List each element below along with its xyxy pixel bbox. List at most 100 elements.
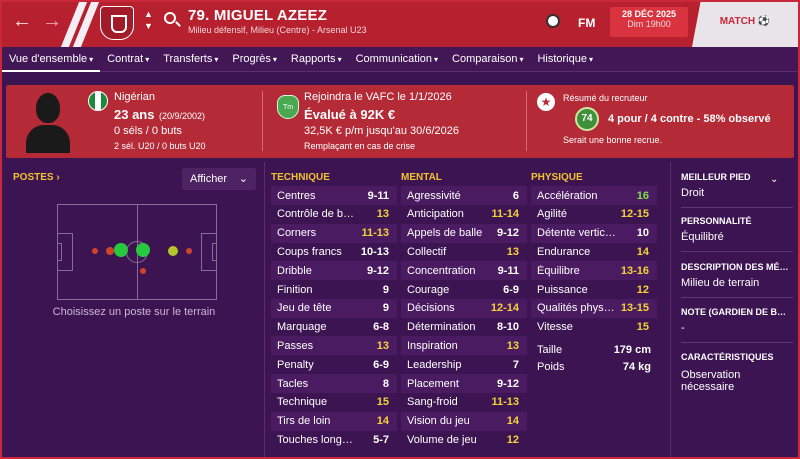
weight-row: Poids 74 kg <box>531 357 659 376</box>
tab-reports[interactable]: Rapports ▾ <box>284 47 349 72</box>
attribute-row[interactable]: Finition 9 <box>271 280 397 299</box>
back-arrow-icon[interactable]: ← <box>12 10 32 33</box>
position-dot-forward-low[interactable] <box>140 268 146 274</box>
attribute-row[interactable]: Agilité 12-15 <box>531 205 657 224</box>
attribute-row[interactable]: Endurance 14 <box>531 242 657 261</box>
attribute-row[interactable]: Placement 9-12 <box>401 374 527 393</box>
tab-progress[interactable]: Progrès ▾ <box>225 47 284 72</box>
attribute-row[interactable]: Dribble 9-12 <box>271 261 397 281</box>
attribute-row[interactable]: Détermination 8-10 <box>401 318 527 337</box>
tab-transfers[interactable]: Transferts ▾ <box>156 47 225 72</box>
attribute-row[interactable]: Courage 6-9 <box>401 280 527 299</box>
chevron-down-icon: ▾ <box>588 54 593 64</box>
club-crest-icon[interactable] <box>100 6 134 40</box>
position-dot-midfielder-center[interactable] <box>114 243 128 257</box>
search-icon[interactable] <box>164 12 176 24</box>
scout-summary-title: Résumé du recruteur <box>563 93 648 103</box>
scout-rating-badge[interactable]: 74 <box>575 107 599 131</box>
goalkeeper-note-title: NOTE (GARDIEN DE BUT) <box>681 307 789 317</box>
attribute-row[interactable]: Décisions 12-14 <box>401 298 527 318</box>
attribute-row[interactable]: Appels de balle 9-12 <box>401 223 527 243</box>
chevron-down-icon: ▾ <box>145 54 150 64</box>
attribute-row[interactable]: Volume de jeu 12 <box>401 430 527 449</box>
attribute-row[interactable]: Tacles 8 <box>271 374 397 393</box>
attribute-row[interactable]: Concentration 9-11 <box>401 261 527 281</box>
attribute-row[interactable]: Sang-froid 11-13 <box>401 393 527 412</box>
attribute-value: 10 <box>636 227 649 240</box>
nationality[interactable]: Nigérian <box>114 91 155 103</box>
tab-label: Vue d'ensemble <box>9 52 88 65</box>
attribute-name: Jeu de tête <box>277 302 332 315</box>
position-dot-striker[interactable] <box>186 248 192 254</box>
attribute-name: Décisions <box>407 302 455 315</box>
attribute-row[interactable]: Penalty 6-9 <box>271 355 397 374</box>
position-dot-forward[interactable] <box>168 246 178 256</box>
attribute-row[interactable]: Marquage 6-8 <box>271 318 397 337</box>
traits-title: CARACTÉRISTIQUES <box>681 352 774 362</box>
football-icon[interactable] <box>546 14 560 28</box>
attribute-row[interactable]: Vitesse 15 <box>531 318 657 337</box>
attribute-row[interactable]: Vision du jeu 14 <box>401 411 527 431</box>
attribute-row[interactable]: Contrôle de balle 13 <box>271 205 397 224</box>
attribute-row[interactable]: Corners 11-13 <box>271 223 397 243</box>
attribute-row[interactable]: Tirs de loin 14 <box>271 411 397 431</box>
attribute-value: 14 <box>506 415 519 428</box>
attribute-value: 10-13 <box>360 245 389 258</box>
attribute-name: Corners <box>277 227 317 240</box>
attribute-row[interactable]: Jeu de tête 9 <box>271 298 397 318</box>
tab-contract[interactable]: Contrat ▾ <box>100 47 156 72</box>
divider <box>670 162 671 457</box>
attribute-name: Contrôle de balle <box>277 208 357 221</box>
match-button[interactable]: MATCH ⚽ <box>692 2 798 47</box>
attribute-row[interactable]: Technique 15 <box>271 393 397 412</box>
attribute-value: 12-15 <box>620 208 649 221</box>
attribute-row[interactable]: Accélération 16 <box>531 186 657 205</box>
fm-menu-button[interactable]: FM <box>578 16 595 30</box>
attribute-row[interactable]: Touches longues 5-7 <box>271 430 397 449</box>
best-foot-value: Droit <box>681 187 705 199</box>
forward-arrow-icon[interactable]: → <box>42 10 62 33</box>
attribute-row[interactable]: Coups francs 10-13 <box>271 242 397 261</box>
attribute-value: 12-14 <box>490 302 519 315</box>
tab-overview[interactable]: Vue d'ensemble ▾ <box>2 47 101 72</box>
tab-history[interactable]: Historique ▾ <box>530 47 600 72</box>
attribute-row[interactable]: Passes 13 <box>271 336 397 356</box>
position-dot-defensive-midfielder[interactable] <box>106 247 114 255</box>
weight-label: Poids <box>537 360 565 373</box>
time-label: Dim 19h00 <box>627 19 671 29</box>
info-panel: MEILLEUR PIED ⌄ Droit PERSONNALITÉ Équil… <box>674 162 798 457</box>
chevron-down-icon: ▾ <box>272 54 277 64</box>
club-badge-icon[interactable]: Tm <box>277 95 299 119</box>
attribute-value: 8 <box>382 377 389 390</box>
prev-next-player-icon[interactable]: ▲ ▼ <box>144 8 153 32</box>
attribute-value: 14 <box>636 245 649 258</box>
attribute-row[interactable]: Qualités physiques13-15 <box>531 298 657 318</box>
pitch-diagram[interactable] <box>57 204 217 300</box>
position-dot-defender[interactable] <box>92 248 98 254</box>
chevron-down-icon[interactable]: ⌄ <box>770 174 778 185</box>
attribute-name: Marquage <box>277 321 327 334</box>
tab-comparison[interactable]: Comparaison ▾ <box>445 47 530 72</box>
attribute-row[interactable]: Collectif 13 <box>401 242 527 261</box>
position-dot-attacking-midfielder[interactable] <box>136 243 150 257</box>
nigeria-flag-icon[interactable] <box>88 91 108 111</box>
attribute-name: Collectif <box>407 245 447 258</box>
show-dropdown[interactable]: Afficher ⌄ <box>182 168 256 190</box>
chevron-down-icon: ⌄ <box>238 173 248 185</box>
date-display[interactable]: 28 DÉC 2025 Dim 19h00 <box>610 7 688 37</box>
attribute-row[interactable]: Équilibre 13-16 <box>531 261 657 281</box>
attribute-value: 16 <box>636 189 649 202</box>
tab-communication[interactable]: Communication ▾ <box>349 47 445 72</box>
attribute-row[interactable]: Agressivité 6 <box>401 186 527 205</box>
attribute-row[interactable]: Inspiration 13 <box>401 336 527 356</box>
chevron-down-icon: ▾ <box>337 54 342 64</box>
positions-panel: POSTES › Afficher ⌄ Choisissez un poste … <box>6 162 262 457</box>
attribute-row[interactable]: Anticipation 11-14 <box>401 205 527 224</box>
attribute-row[interactable]: Puissance 12 <box>531 280 657 299</box>
positions-title[interactable]: POSTES › <box>13 172 60 183</box>
media-description-value: Milieu de terrain <box>681 277 760 289</box>
attribute-row[interactable]: Détente verticale 10 <box>531 223 657 243</box>
attribute-row[interactable]: Leadership 7 <box>401 355 527 374</box>
squad-status: Remplaçant en cas de crise <box>304 141 416 151</box>
attribute-row[interactable]: Centres 9-11 <box>271 186 397 205</box>
